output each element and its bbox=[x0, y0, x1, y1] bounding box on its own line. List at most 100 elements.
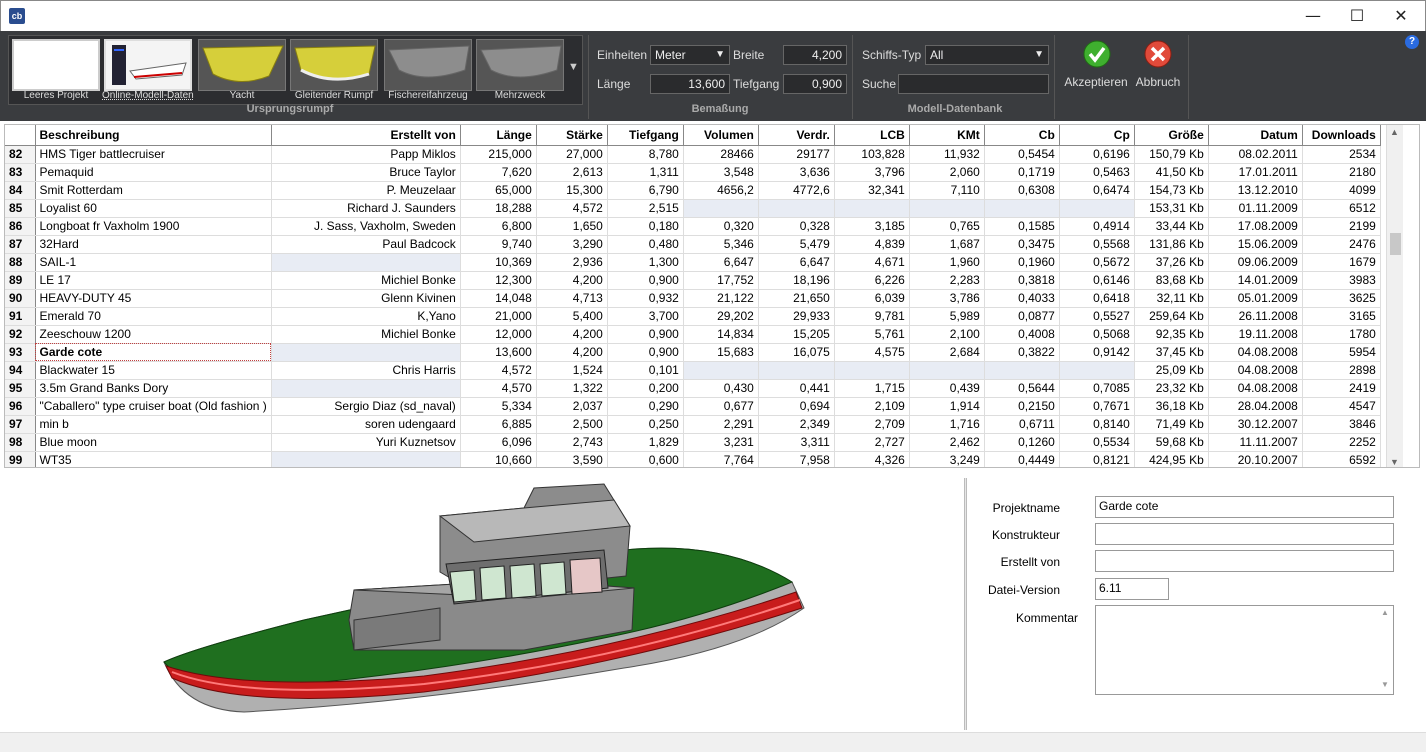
cell-lcb[interactable]: 9,781 bbox=[834, 307, 910, 326]
row-number[interactable]: 87 bbox=[5, 235, 36, 254]
cell-beam[interactable]: 2,936 bbox=[536, 253, 608, 272]
cell-downloads[interactable]: 3165 bbox=[1302, 307, 1381, 326]
gallery-expand-icon[interactable]: ▼ bbox=[568, 61, 579, 73]
cell-length[interactable]: 10,660 bbox=[460, 451, 537, 467]
row-number[interactable]: 84 bbox=[5, 181, 36, 200]
cell-beam[interactable]: 1,650 bbox=[536, 217, 608, 236]
cell-description[interactable]: LE 17 bbox=[35, 271, 272, 290]
cell-created-by[interactable] bbox=[271, 451, 461, 467]
row-number[interactable]: 95 bbox=[5, 379, 36, 398]
thumb-multipurpose[interactable] bbox=[476, 39, 564, 91]
cell-displacement[interactable]: 21,650 bbox=[758, 289, 835, 308]
cell-length[interactable]: 6,885 bbox=[460, 415, 537, 434]
minimize-button[interactable]: — bbox=[1291, 1, 1335, 31]
cell-beam[interactable]: 1,322 bbox=[536, 379, 608, 398]
cell-displacement[interactable]: 7,958 bbox=[758, 451, 835, 467]
row-number[interactable]: 85 bbox=[5, 199, 36, 218]
cell-created-by[interactable]: Papp Miklos bbox=[271, 145, 461, 164]
cell-kmt[interactable]: 2,462 bbox=[909, 433, 985, 452]
cell-description[interactable]: Longboat fr Vaxholm 1900 bbox=[35, 217, 272, 236]
cell-beam[interactable]: 4,200 bbox=[536, 325, 608, 344]
cell-lcb[interactable]: 4,671 bbox=[834, 253, 910, 272]
cell-created-by[interactable]: Bruce Taylor bbox=[271, 163, 461, 182]
col-header-erstellt[interactable]: Erstellt von bbox=[271, 125, 461, 146]
cell-draft[interactable]: 0,900 bbox=[607, 343, 684, 362]
cell-cb[interactable]: 0,3818 bbox=[984, 271, 1060, 290]
cell-length[interactable]: 14,048 bbox=[460, 289, 537, 308]
cell-beam[interactable]: 4,200 bbox=[536, 343, 608, 362]
cell-lcb[interactable]: 3,796 bbox=[834, 163, 910, 182]
col-header-laenge[interactable]: Länge bbox=[460, 125, 537, 146]
row-number[interactable]: 99 bbox=[5, 451, 36, 467]
cell-length[interactable]: 6,096 bbox=[460, 433, 537, 452]
cell-size[interactable]: 154,73 Kb bbox=[1134, 181, 1209, 200]
table-row[interactable]: 89 LE 17 Michiel Bonke 12,300 4,200 0,900 17,7… bbox=[5, 271, 1381, 290]
cell-volume[interactable]: 7,764 bbox=[683, 451, 759, 467]
cell-cb[interactable]: 0,6711 bbox=[984, 415, 1060, 434]
cell-cp[interactable]: 0,6196 bbox=[1059, 145, 1135, 164]
table-row[interactable]: 92 Zeeschouw 1200 Michiel Bonke 12,000 4,200… bbox=[5, 325, 1381, 344]
created-by-input[interactable] bbox=[1095, 550, 1394, 572]
col-header-lcb[interactable]: LCB bbox=[834, 125, 910, 146]
cell-size[interactable]: 131,86 Kb bbox=[1134, 235, 1209, 254]
cell-date[interactable]: 09.06.2009 bbox=[1208, 253, 1303, 272]
units-select[interactable]: Meter ▼ bbox=[650, 45, 730, 65]
cell-downloads[interactable]: 2419 bbox=[1302, 379, 1381, 398]
cell-draft[interactable]: 0,900 bbox=[607, 271, 684, 290]
search-input[interactable] bbox=[898, 74, 1049, 94]
cell-beam[interactable]: 4,713 bbox=[536, 289, 608, 308]
cell-cb[interactable]: 0,3475 bbox=[984, 235, 1060, 254]
cell-cb[interactable]: 0,4033 bbox=[984, 289, 1060, 308]
table-row[interactable]: 87 32Hard Paul Badcock 9,740 3,290 0,480 5,346… bbox=[5, 235, 1381, 254]
cell-volume[interactable]: 17,752 bbox=[683, 271, 759, 290]
row-number[interactable]: 96 bbox=[5, 397, 36, 416]
col-header-cp[interactable]: Cp bbox=[1059, 125, 1135, 146]
cell-displacement[interactable]: 18,196 bbox=[758, 271, 835, 290]
cell-volume[interactable] bbox=[683, 361, 759, 380]
cell-description[interactable]: HMS Tiger battlecruiser bbox=[35, 145, 272, 164]
cell-date[interactable]: 04.08.2008 bbox=[1208, 343, 1303, 362]
accept-button[interactable]: Akzeptieren bbox=[1062, 39, 1130, 95]
cell-kmt[interactable]: 1,716 bbox=[909, 415, 985, 434]
cell-draft[interactable]: 2,515 bbox=[607, 199, 684, 218]
cell-cp[interactable]: 0,9142 bbox=[1059, 343, 1135, 362]
cell-displacement[interactable]: 3,636 bbox=[758, 163, 835, 182]
table-row[interactable]: 96 "Caballero" type cruiser boat (Old fas… bbox=[5, 397, 1381, 416]
cell-cb[interactable]: 0,3822 bbox=[984, 343, 1060, 362]
thumb-online-database[interactable] bbox=[104, 39, 192, 91]
cell-cb[interactable] bbox=[984, 361, 1060, 380]
cell-displacement[interactable]: 2,349 bbox=[758, 415, 835, 434]
cell-cp[interactable]: 0,6474 bbox=[1059, 181, 1135, 200]
cell-size[interactable]: 424,95 Kb bbox=[1134, 451, 1209, 467]
cell-size[interactable]: 37,45 Kb bbox=[1134, 343, 1209, 362]
cell-cp[interactable]: 0,8121 bbox=[1059, 451, 1135, 467]
cell-cp[interactable]: 0,7085 bbox=[1059, 379, 1135, 398]
cell-displacement[interactable]: 5,479 bbox=[758, 235, 835, 254]
row-number[interactable]: 82 bbox=[5, 145, 36, 164]
cell-kmt[interactable]: 2,100 bbox=[909, 325, 985, 344]
cell-displacement[interactable] bbox=[758, 361, 835, 380]
table-row[interactable]: 85 Loyalist 60 Richard J. Saunders 18,288 4,… bbox=[5, 199, 1381, 218]
col-header-verdr[interactable]: Verdr. bbox=[758, 125, 835, 146]
cell-kmt[interactable]: 2,283 bbox=[909, 271, 985, 290]
cell-cp[interactable]: 0,5463 bbox=[1059, 163, 1135, 182]
table-row[interactable]: 99 WT35 10,660 3,590 0,600 7,764 7,958 4,326 3,2… bbox=[5, 451, 1381, 467]
cell-length[interactable]: 4,572 bbox=[460, 361, 537, 380]
cell-cb[interactable]: 0,0877 bbox=[984, 307, 1060, 326]
cell-cb[interactable]: 0,5644 bbox=[984, 379, 1060, 398]
length-input[interactable]: 13,600 bbox=[650, 74, 730, 94]
cell-volume[interactable]: 28466 bbox=[683, 145, 759, 164]
cell-created-by[interactable] bbox=[271, 379, 461, 398]
thumb-planing-hull[interactable] bbox=[290, 39, 378, 91]
cell-created-by[interactable]: Michiel Bonke bbox=[271, 325, 461, 344]
cell-size[interactable]: 83,68 Kb bbox=[1134, 271, 1209, 290]
cell-date[interactable]: 11.11.2007 bbox=[1208, 433, 1303, 452]
cell-created-by[interactable]: Richard J. Saunders bbox=[271, 199, 461, 218]
cell-kmt[interactable]: 1,914 bbox=[909, 397, 985, 416]
grid-vertical-scrollbar[interactable]: ▲ ▼ bbox=[1386, 125, 1403, 467]
cell-length[interactable]: 18,288 bbox=[460, 199, 537, 218]
cell-length[interactable]: 12,000 bbox=[460, 325, 537, 344]
cell-volume[interactable]: 4656,2 bbox=[683, 181, 759, 200]
cell-date[interactable]: 04.08.2008 bbox=[1208, 379, 1303, 398]
maximize-button[interactable]: ☐ bbox=[1335, 1, 1379, 31]
